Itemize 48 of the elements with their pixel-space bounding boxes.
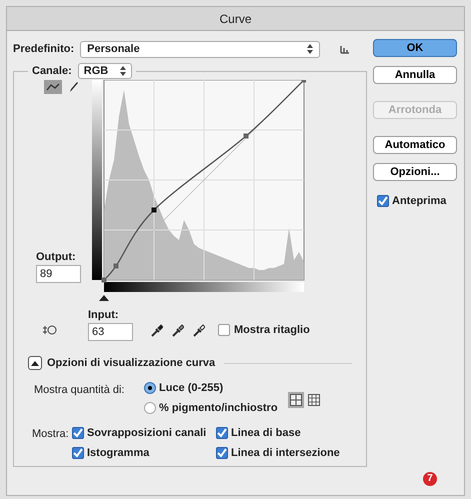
input-label: Input:	[88, 308, 120, 322]
stepper-icon	[120, 66, 126, 76]
output-field[interactable]: 89	[36, 265, 81, 283]
simple-grid-button[interactable]	[288, 392, 304, 408]
radio-button[interactable]	[144, 402, 156, 414]
radio-label: Luce (0-255)	[159, 380, 224, 396]
preset-options-icon[interactable]	[340, 44, 350, 54]
radio-label: % pigmento/inchiostro	[159, 401, 278, 416]
channel-label: Canale:	[32, 64, 72, 79]
eyedropper-icon[interactable]	[193, 322, 205, 337]
curve-graph-drawing[interactable]	[102, 80, 306, 282]
output-label: Output:	[36, 250, 77, 264]
dialog-button[interactable]: Annulla	[373, 66, 457, 84]
show-amount-label: Mostra quantità di:	[34, 382, 126, 398]
eyedropper-icon[interactable]	[172, 322, 184, 337]
option-label: Sovrapposizioni canali	[87, 426, 206, 440]
input-field[interactable]: 63	[88, 323, 133, 341]
checkbox[interactable]	[218, 324, 230, 336]
preset-label: Predefinito:	[13, 42, 74, 57]
eyedropper-icon[interactable]	[151, 322, 163, 337]
option-label: Linea di base	[231, 426, 301, 440]
detailed-grid-button[interactable]	[306, 392, 322, 408]
channel-dropdown[interactable]: RGB	[78, 63, 132, 80]
checkbox[interactable]	[216, 426, 228, 439]
checkbox[interactable]	[72, 447, 84, 460]
dialog-button[interactable]: Opzioni...	[373, 163, 457, 181]
pencil-icon	[69, 80, 79, 92]
option-label: Linea di intersezione	[231, 446, 340, 461]
show-clipping-label: Mostra ritaglio	[234, 322, 310, 338]
dialog-button[interactable]: OK	[373, 39, 457, 57]
display-options-label: Opzioni di visualizzazione curva	[47, 356, 216, 371]
checkbox[interactable]	[72, 426, 84, 439]
show-label: Mostra:	[32, 426, 70, 442]
checkbox[interactable]	[377, 195, 389, 208]
disclosure-button[interactable]	[28, 356, 42, 370]
curve-tool-button[interactable]	[44, 80, 62, 94]
triangle-icon	[31, 360, 39, 366]
slider-handle-icon[interactable]	[99, 294, 109, 300]
radio-button[interactable]	[144, 382, 156, 394]
dialog-button[interactable]: Automatico	[373, 136, 457, 154]
stepper-icon	[307, 44, 314, 54]
preview-label: Anteprima	[392, 194, 446, 209]
callout-number: 7	[423, 472, 437, 486]
preset-dropdown[interactable]: Personale	[80, 40, 320, 58]
checkbox[interactable]	[216, 447, 228, 460]
curve-icon	[46, 82, 60, 90]
option-label: Istogramma	[87, 446, 150, 461]
window-title: Curve	[219, 10, 252, 28]
